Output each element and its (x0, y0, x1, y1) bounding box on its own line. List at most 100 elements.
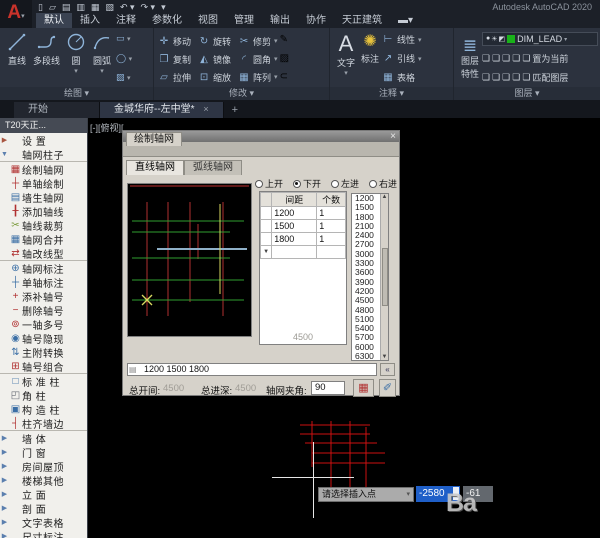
sidebar-item[interactable]: ▤墙生轴网 (0, 190, 87, 204)
ribbon-tab[interactable]: ▬▾ (390, 13, 421, 28)
layer-properties-button[interactable]: ≣ 图层 特性 (458, 30, 482, 87)
annotation-tool-button[interactable]: ▦表格 (382, 71, 422, 84)
close-icon[interactable]: × (390, 131, 396, 142)
sidebar-item[interactable]: ◰角 柱 (0, 388, 87, 402)
polyline-button[interactable]: 多段线 (30, 30, 63, 87)
draw-grid-ok-button[interactable]: ▦ (353, 379, 374, 397)
draw-extra-icon[interactable]: ◯ ▾ (116, 53, 132, 65)
count-cell[interactable]: 1 (317, 233, 346, 246)
table-row[interactable]: 1800 1 (261, 233, 346, 246)
table-row[interactable]: 1500 1 (261, 220, 346, 233)
pick-point-button[interactable]: ✐ (379, 379, 396, 397)
direction-radio[interactable]: 下开 (293, 177, 321, 190)
scroll-down-icon[interactable]: ▼ (382, 354, 388, 360)
arc-button[interactable]: 圆弧 ▾ (89, 30, 115, 87)
sidebar-item[interactable]: ▶房间屋顶 (0, 459, 87, 473)
sidebar-header[interactable]: T20天正... (0, 118, 87, 133)
sidebar-item[interactable]: ◉轴号隐现 (0, 331, 87, 345)
modify-tool-button[interactable]: ❐复制 (158, 50, 194, 68)
sidebar-item[interactable]: ▶文字表格 (0, 515, 87, 529)
annotation-tool-button[interactable]: ↗引线▾ (382, 52, 422, 65)
direction-radio[interactable]: 右进 (369, 177, 397, 190)
modify-extra-icon[interactable]: ⊂ (280, 71, 289, 83)
modify-tool-button[interactable]: ↻旋转 (198, 32, 234, 50)
modify-tool-button[interactable]: ◜圆角▾ (238, 50, 278, 68)
draw-extra-icon[interactable]: ▨ ▾ (116, 72, 132, 84)
annotation-panel-label[interactable]: 注释 ▾ (330, 87, 453, 100)
sidebar-item[interactable]: ⊚一轴多号 (0, 317, 87, 331)
ribbon-tab[interactable]: 天正建筑 (334, 13, 390, 28)
sidebar-item[interactable]: ▶墙 体 (0, 431, 87, 445)
sidebar-item[interactable]: ⇅主附转换 (0, 345, 87, 359)
sidebar-item[interactable]: +添补轴号 (0, 289, 87, 303)
new-drawing-button[interactable]: + (232, 102, 238, 118)
ribbon-tab[interactable]: 协作 (298, 13, 334, 28)
ribbon-tab[interactable]: 注释 (108, 13, 144, 28)
table-new-row[interactable]: ▼ (261, 246, 346, 259)
match-layer-button[interactable]: ❏❏❏❏❏ 匹配图层 (482, 70, 598, 85)
spacing-cell[interactable]: 1200 (272, 207, 317, 220)
ribbon-tab[interactable]: 输出 (262, 13, 298, 28)
sidebar-item[interactable]: ▣构 造 柱 (0, 402, 87, 416)
line-button[interactable]: 直线 (4, 30, 30, 87)
modify-panel-label[interactable]: 修改 ▾ (154, 87, 329, 100)
spacing-key-input[interactable]: 1200 1500 1800 (127, 363, 377, 376)
annotation-tool-button[interactable]: ⊢线性▾ (382, 33, 422, 46)
spacing-cell[interactable]: 1500 (272, 220, 317, 233)
layers-panel-label[interactable]: 图层 ▾ (454, 87, 600, 100)
start-tab[interactable]: 开始 (14, 102, 100, 118)
viewport-controls-label[interactable]: [-][俯视][ (90, 121, 124, 134)
sidebar-item[interactable]: ▼轴网柱子 (0, 147, 87, 161)
text-button[interactable]: A 文字 ▾ (334, 30, 358, 87)
modify-tool-button[interactable]: ⊡缩放 (198, 68, 234, 86)
layer-dropdown[interactable]: ●☀◩ DIM_LEAD ▾ (482, 32, 598, 46)
modify-tool-button[interactable]: ▱拉伸 (158, 68, 194, 86)
row-dropdown-icon[interactable]: ▼ (261, 246, 272, 259)
scrollbar-thumb[interactable] (382, 248, 388, 306)
application-menu-button[interactable]: A▾ (0, 0, 32, 28)
modify-tool-button[interactable]: ▦阵列▾ (238, 68, 278, 86)
modify-extra-icon[interactable]: ▨ (280, 53, 289, 65)
ribbon-tab[interactable]: 参数化 (144, 13, 190, 28)
ribbon-tab[interactable]: 管理 (226, 13, 262, 28)
sidebar-item[interactable]: □标 准 柱 (0, 374, 87, 388)
sidebar-item[interactable]: ▦轴网合并 (0, 232, 87, 246)
sidebar-item[interactable]: ▶门 窗 (0, 445, 87, 459)
sidebar-item[interactable]: ▶设 置 (0, 133, 87, 147)
draw-panel-label[interactable]: 绘图 ▾ (0, 87, 153, 100)
sidebar-item[interactable]: ▶立 面 (0, 487, 87, 501)
modify-tool-button[interactable]: ◭镜像 (198, 50, 234, 68)
sidebar-item[interactable]: ⊞轴号组合 (0, 359, 87, 373)
sidebar-item[interactable]: ┼单轴标注 (0, 275, 87, 289)
sidebar-item[interactable]: ┤柱齐墙边 (0, 416, 87, 430)
key-input-expand-button[interactable]: « (380, 363, 395, 376)
modify-tool-button[interactable]: ✂修剪▾ (238, 32, 278, 50)
sidebar-item[interactable]: ┼单轴绘制 (0, 176, 87, 190)
table-row[interactable]: 1200 1 (261, 207, 346, 220)
sidebar-item[interactable]: ╂添加轴线 (0, 204, 87, 218)
dimension-button[interactable]: ✺ 标注 (358, 30, 382, 87)
drawing-tab[interactable]: 金城华府--左中堂* × (100, 102, 224, 118)
grid-type-tab[interactable]: 弧线轴网 (184, 160, 242, 175)
ribbon-tab[interactable]: 插入 (72, 13, 108, 28)
sidebar-item[interactable]: ▶楼梯其他 (0, 473, 87, 487)
axis-grid-preview[interactable] (127, 183, 252, 337)
modify-extra-icon[interactable]: ✎ (280, 34, 289, 46)
sidebar-item[interactable]: ⊕轴网标注 (0, 261, 87, 275)
ribbon-tab[interactable]: 默认 (36, 13, 72, 28)
chevron-down-icon[interactable]: ▾ (100, 67, 104, 75)
dialog-title-tab[interactable]: 绘制轴网 (126, 132, 182, 146)
sidebar-item[interactable]: ✂轴线裁剪 (0, 218, 87, 232)
chevron-down-icon[interactable]: ▾ (74, 67, 78, 75)
count-cell[interactable]: 1 (317, 220, 346, 233)
direction-radio[interactable]: 左进 (331, 177, 359, 190)
sidebar-item[interactable]: −删除轴号 (0, 303, 87, 317)
count-cell[interactable]: 1 (317, 207, 346, 220)
draw-extra-icon[interactable]: ▭ ▾ (116, 33, 132, 45)
spacing-value-list[interactable]: 1200150018002100240027003000330036003900… (351, 193, 389, 361)
ribbon-tab[interactable]: 视图 (190, 13, 226, 28)
circle-button[interactable]: 圆 ▾ (63, 30, 89, 87)
modify-tool-button[interactable]: ✛移动 (158, 32, 194, 50)
list-value[interactable]: 6300 (352, 352, 381, 361)
sidebar-item[interactable]: ▶尺寸标注 (0, 529, 87, 538)
